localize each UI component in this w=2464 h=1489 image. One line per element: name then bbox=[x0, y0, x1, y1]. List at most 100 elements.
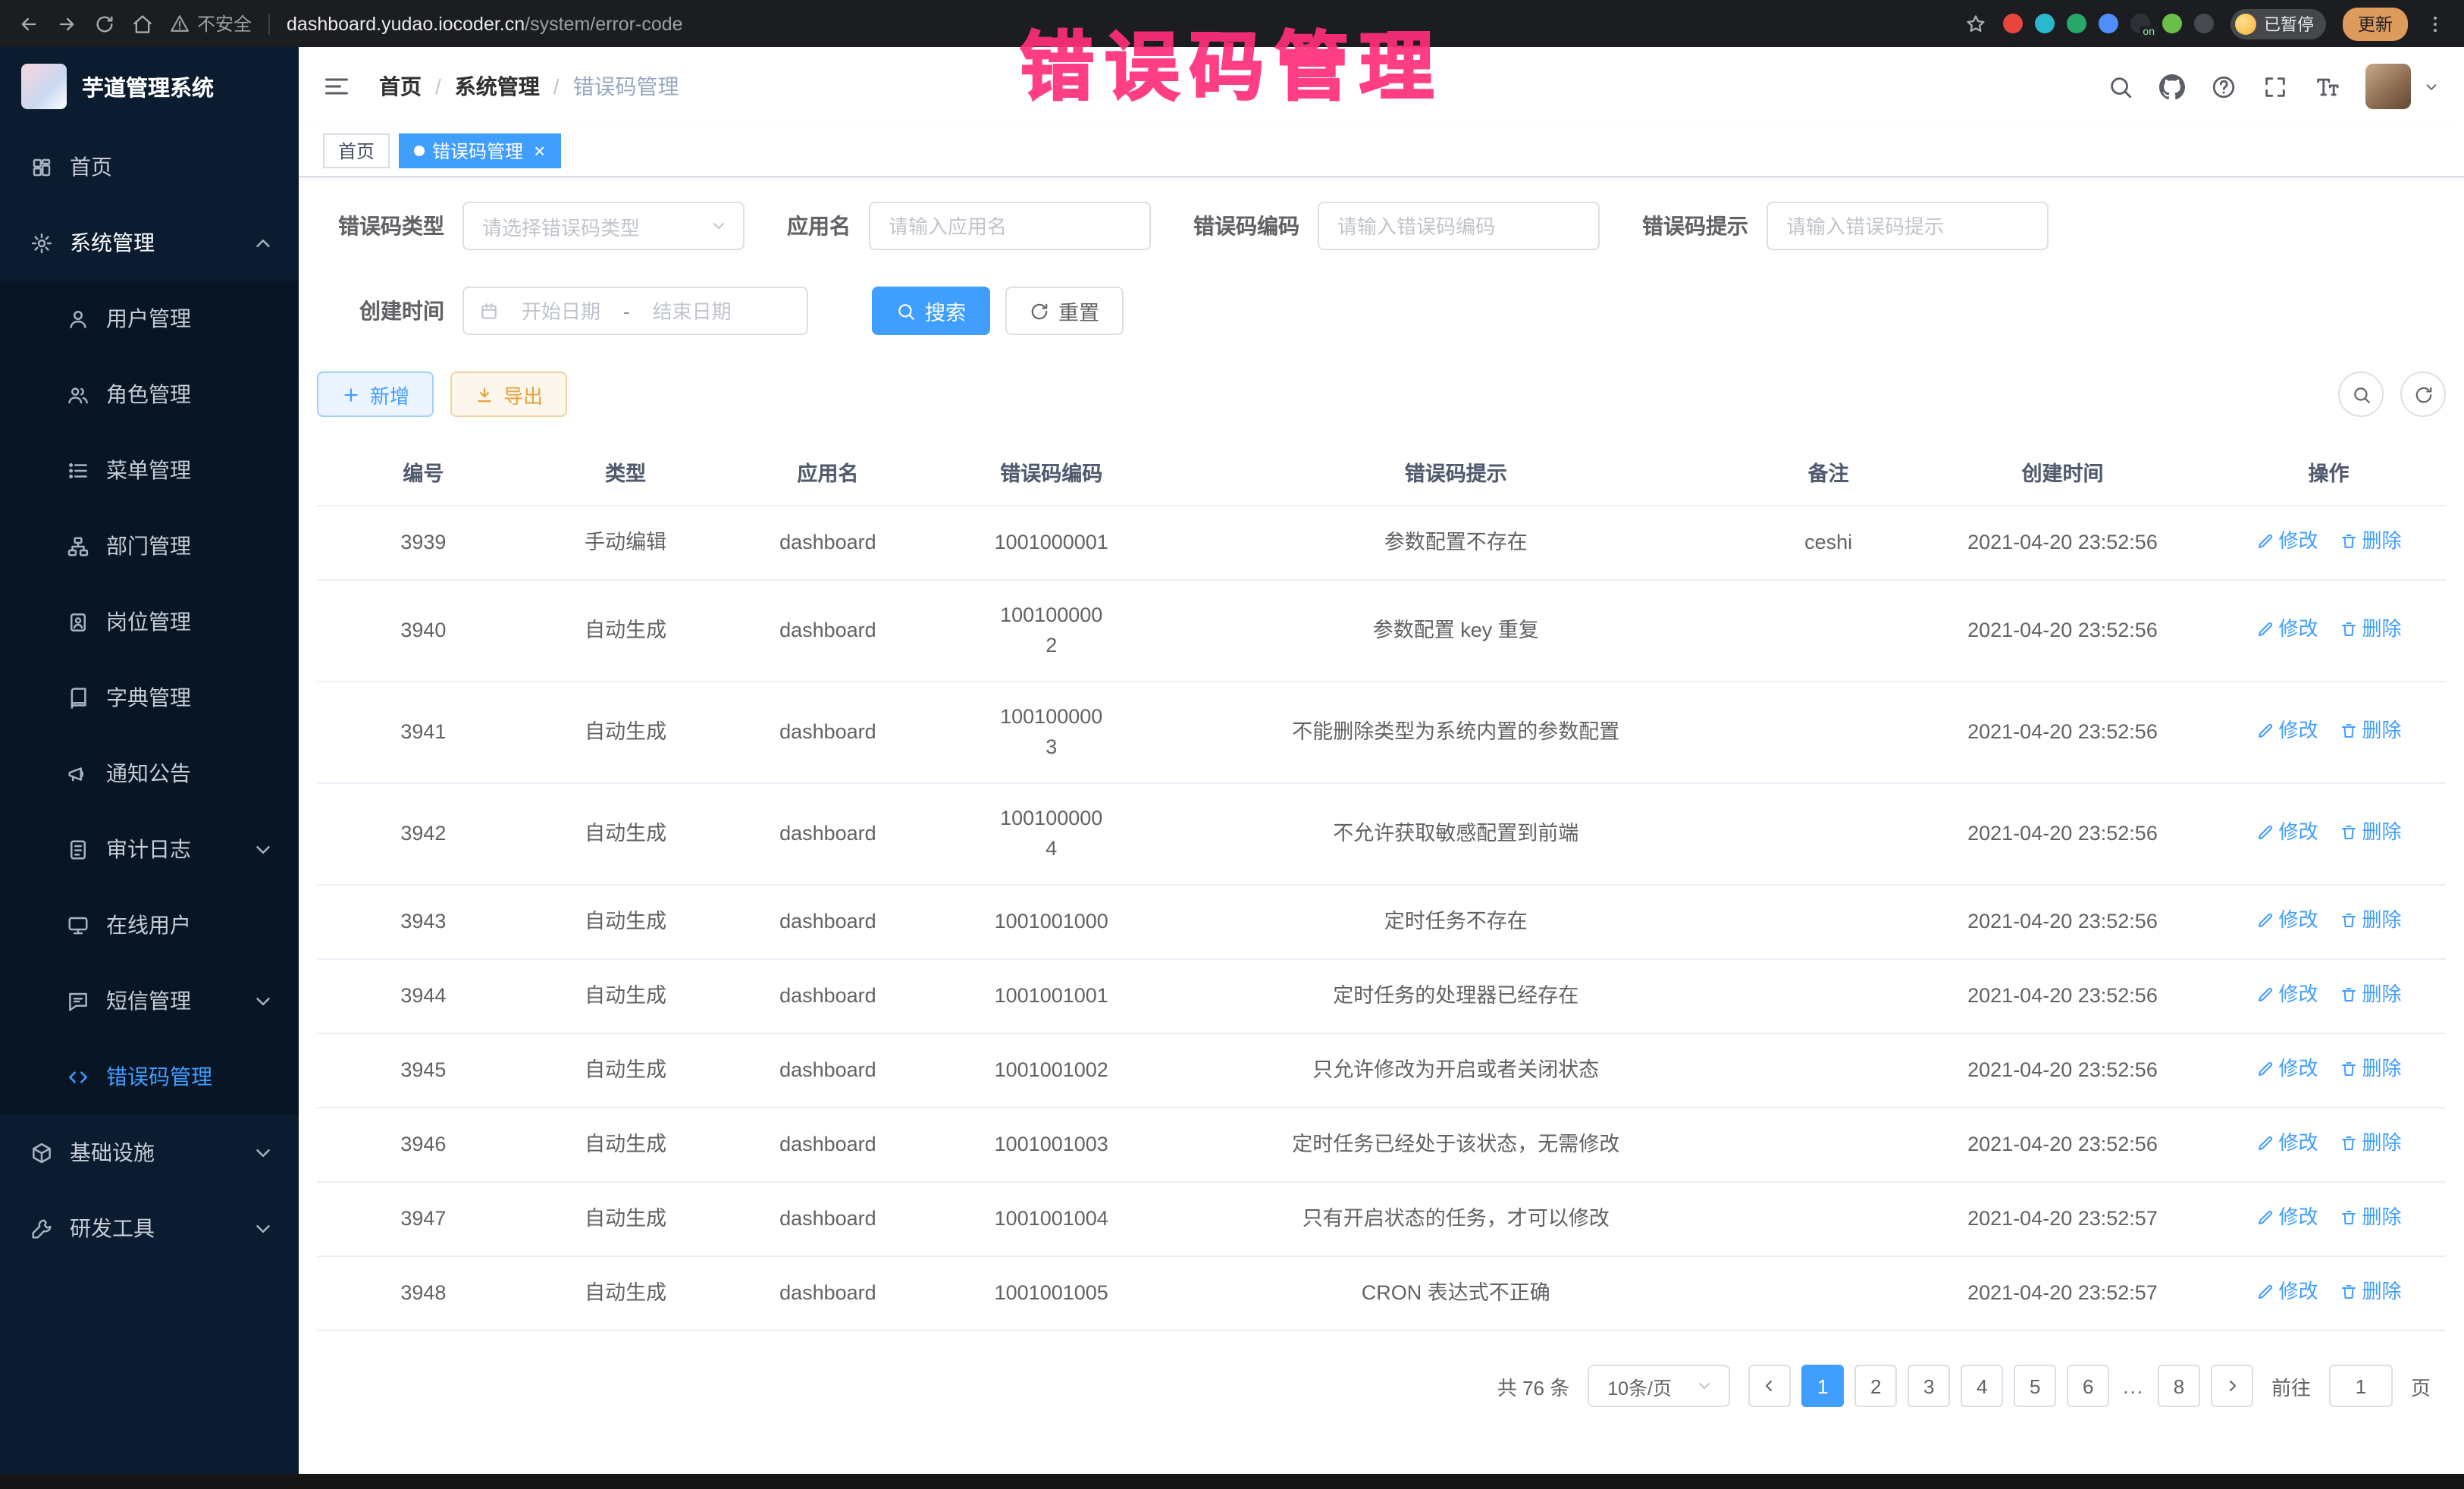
delete-link[interactable]: 删除 bbox=[2340, 1128, 2402, 1158]
extension-gray-icon[interactable] bbox=[2194, 14, 2214, 33]
sidebar-item-首页[interactable]: 首页 bbox=[0, 129, 299, 205]
edit-link[interactable]: 修改 bbox=[2256, 614, 2318, 644]
delete-link[interactable]: 删除 bbox=[2340, 614, 2402, 644]
refresh-table-button[interactable] bbox=[2400, 371, 2446, 417]
edit-icon bbox=[2256, 722, 2274, 740]
fullscreen-icon[interactable] bbox=[2262, 74, 2288, 99]
export-button[interactable]: 导出 bbox=[450, 371, 567, 417]
toggle-search-button[interactable] bbox=[2338, 371, 2384, 417]
sidebar-item-菜单管理[interactable]: 菜单管理 bbox=[0, 432, 299, 508]
edit-link[interactable]: 修改 bbox=[2256, 1277, 2318, 1307]
github-icon[interactable] bbox=[2159, 74, 2185, 99]
sidebar-item-错误码管理[interactable]: 错误码管理 bbox=[0, 1039, 299, 1114]
extension-dark-on-icon[interactable]: on bbox=[2130, 14, 2150, 33]
extension-blue-icon[interactable] bbox=[2099, 14, 2118, 33]
sidebar-item-在线用户[interactable]: 在线用户 bbox=[0, 887, 299, 963]
sidebar-item-审计日志[interactable]: 审计日志 bbox=[0, 811, 299, 887]
user-icon bbox=[67, 307, 89, 330]
delete-link[interactable]: 删除 bbox=[2340, 716, 2402, 746]
extension-red-icon[interactable] bbox=[2003, 14, 2023, 33]
app-name-input[interactable] bbox=[869, 202, 1151, 250]
cell-id: 3946 bbox=[317, 1108, 530, 1182]
sidebar-item-用户管理[interactable]: 用户管理 bbox=[0, 281, 299, 356]
edit-link[interactable]: 修改 bbox=[2256, 1128, 2318, 1158]
edit-icon bbox=[2256, 532, 2274, 550]
error-code-input[interactable] bbox=[1318, 202, 1600, 250]
add-button[interactable]: 新增 bbox=[317, 371, 434, 417]
reset-button[interactable]: 重置 bbox=[1005, 287, 1124, 335]
end-date-input[interactable] bbox=[636, 290, 748, 332]
page-button-6[interactable]: 6 bbox=[2067, 1365, 2109, 1407]
sidebar-toggle-icon[interactable] bbox=[323, 73, 350, 100]
goto-page-input[interactable] bbox=[2329, 1365, 2393, 1407]
page-button-5[interactable]: 5 bbox=[2014, 1365, 2056, 1407]
security-warning[interactable]: 不安全 bbox=[170, 11, 252, 36]
browser-reload-icon[interactable] bbox=[94, 13, 115, 34]
cell-type: 自动生成 bbox=[530, 1108, 722, 1182]
page-button-1[interactable]: 1 bbox=[1801, 1365, 1844, 1407]
start-date-input[interactable] bbox=[505, 290, 617, 332]
header-search-icon[interactable] bbox=[2108, 74, 2133, 99]
error-type-select[interactable]: 请选择错误码类型 bbox=[462, 202, 745, 250]
sidebar-item-通知公告[interactable]: 通知公告 bbox=[0, 735, 299, 811]
page-button-4[interactable]: 4 bbox=[1961, 1365, 2003, 1407]
sidebar-item-系统管理[interactable]: 系统管理 bbox=[0, 205, 299, 281]
pagination-ellipsis[interactable]: ... bbox=[2120, 1375, 2147, 1397]
page-button-2[interactable]: 2 bbox=[1854, 1365, 1897, 1407]
tag-错误码管理[interactable]: 错误码管理× bbox=[399, 133, 560, 168]
delete-link[interactable]: 删除 bbox=[2340, 1277, 2402, 1307]
prev-page-button[interactable] bbox=[1748, 1365, 1791, 1407]
edit-link[interactable]: 修改 bbox=[2256, 526, 2318, 556]
sidebar-item-基础设施[interactable]: 基础设施 bbox=[0, 1114, 299, 1190]
tag-首页[interactable]: 首页 bbox=[323, 133, 390, 168]
edit-link[interactable]: 修改 bbox=[2256, 716, 2318, 746]
edit-link[interactable]: 修改 bbox=[2256, 1202, 2318, 1233]
delete-link[interactable]: 删除 bbox=[2340, 817, 2402, 848]
browser-home-icon[interactable] bbox=[132, 13, 153, 34]
sidebar-item-部门管理[interactable]: 部门管理 bbox=[0, 508, 299, 584]
delete-link[interactable]: 删除 bbox=[2340, 905, 2402, 936]
page-button-3[interactable]: 3 bbox=[1908, 1365, 1950, 1407]
logo[interactable]: 芋道管理系统 bbox=[0, 47, 299, 126]
cell-code: 1001001005 bbox=[934, 1256, 1168, 1331]
browser-forward-icon[interactable] bbox=[56, 13, 77, 34]
extension-leaf-icon[interactable] bbox=[2162, 14, 2182, 33]
page-size-select[interactable]: 10条/页 bbox=[1588, 1365, 1730, 1407]
edit-link[interactable]: 修改 bbox=[2256, 817, 2318, 848]
user-avatar[interactable] bbox=[2365, 64, 2411, 109]
sidebar-item-角色管理[interactable]: 角色管理 bbox=[0, 356, 299, 432]
profile-paused-badge[interactable]: 已暂停 bbox=[2230, 8, 2326, 39]
chevron-down-icon bbox=[252, 1217, 274, 1240]
breadcrumb-item[interactable]: 系统管理 bbox=[455, 71, 540, 102]
create-time-range-picker[interactable]: - bbox=[462, 287, 808, 335]
user-menu-caret-icon[interactable] bbox=[2423, 78, 2440, 95]
error-msg-input[interactable] bbox=[1766, 202, 2049, 250]
delete-link[interactable]: 删除 bbox=[2340, 980, 2402, 1010]
next-page-button[interactable] bbox=[2211, 1365, 2253, 1407]
cell-id: 3939 bbox=[317, 506, 530, 580]
sidebar-item-字典管理[interactable]: 字典管理 bbox=[0, 660, 299, 735]
bookmark-star-icon[interactable] bbox=[1965, 13, 1986, 34]
breadcrumb-item[interactable]: 首页 bbox=[379, 71, 422, 102]
help-icon[interactable] bbox=[2211, 74, 2237, 99]
delete-link[interactable]: 删除 bbox=[2340, 1054, 2402, 1084]
cell-msg: 参数配置不存在 bbox=[1168, 506, 1743, 580]
sidebar-item-岗位管理[interactable]: 岗位管理 bbox=[0, 584, 299, 660]
edit-link[interactable]: 修改 bbox=[2256, 980, 2318, 1010]
sidebar-item-研发工具[interactable]: 研发工具 bbox=[0, 1190, 299, 1266]
extension-green-icon[interactable] bbox=[2067, 14, 2086, 33]
font-size-icon[interactable] bbox=[2314, 74, 2340, 99]
sidebar-item-短信管理[interactable]: 短信管理 bbox=[0, 963, 299, 1039]
edit-link[interactable]: 修改 bbox=[2256, 1054, 2318, 1084]
search-button[interactable]: 搜索 bbox=[872, 287, 990, 335]
page-button-8[interactable]: 8 bbox=[2158, 1365, 2200, 1407]
tag-close-icon[interactable]: × bbox=[534, 141, 545, 161]
browser-back-icon[interactable] bbox=[18, 13, 39, 34]
extension-teal-icon[interactable] bbox=[2035, 14, 2055, 33]
browser-update-button[interactable]: 更新 bbox=[2343, 7, 2408, 40]
browser-menu-icon[interactable] bbox=[2425, 13, 2446, 34]
edit-link[interactable]: 修改 bbox=[2256, 905, 2318, 936]
delete-link[interactable]: 删除 bbox=[2340, 526, 2402, 556]
url-bar[interactable]: dashboard.yudao.iocoder.cn/system/error-… bbox=[287, 13, 683, 34]
delete-link[interactable]: 删除 bbox=[2340, 1202, 2402, 1233]
